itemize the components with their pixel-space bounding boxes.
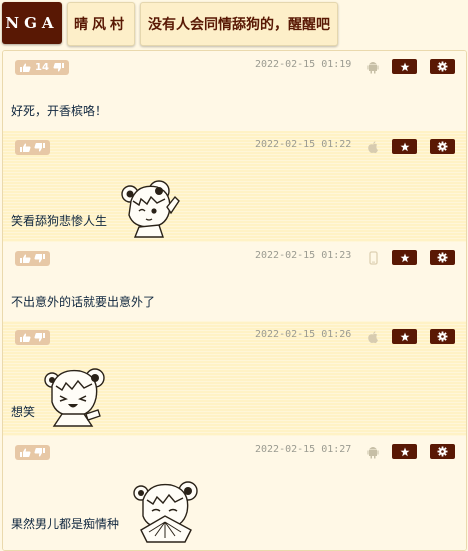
post-item: 2022-02-15 01:26 想笑 — [3, 321, 466, 437]
post-content: 笑看舔狗悲惨人生 — [11, 214, 108, 228]
favorite-button[interactable] — [392, 59, 417, 74]
post-timestamp: 2022-02-15 01:23 — [255, 250, 352, 261]
post-content: 果然男儿都是痴情种 — [11, 517, 120, 531]
thumbs-down-icon — [53, 63, 64, 72]
settings-button[interactable] — [430, 444, 455, 459]
thumbs-down-icon — [34, 143, 45, 152]
thumbs-up-icon — [20, 143, 31, 152]
post-content: 好死，开香槟咯！ — [11, 104, 108, 118]
settings-button[interactable] — [430, 250, 455, 265]
star-icon — [400, 253, 409, 262]
thumbs-up-icon — [20, 333, 31, 342]
thumbs-up-icon — [20, 63, 31, 72]
fan-girl-sticker — [133, 481, 198, 543]
star-icon — [400, 332, 409, 341]
gear-icon — [437, 252, 448, 263]
favorite-button[interactable] — [392, 329, 417, 344]
gear-icon — [437, 61, 448, 72]
settings-button[interactable] — [430, 139, 455, 154]
gear-icon — [437, 331, 448, 342]
site-logo-tab[interactable]: NGA — [2, 2, 62, 44]
post-item: 2022-02-15 01:23 不出意外的话就要出意外了 — [3, 242, 466, 322]
android-icon — [366, 445, 380, 459]
top-navigation-bar: NGA 晴风村 没有人会同情舔狗的，醒醒吧 — [0, 0, 468, 50]
post-content: 想笑 — [11, 405, 36, 419]
thumbs-down-icon — [34, 254, 45, 263]
vote-button[interactable] — [15, 445, 50, 460]
post-item: 2022-02-15 01:22 笑看舔狗悲惨人生 — [3, 131, 466, 243]
laughing-girl-sticker — [44, 368, 105, 427]
vote-count: 14 — [35, 62, 49, 73]
star-icon — [400, 142, 409, 151]
post-timestamp: 2022-02-15 01:22 — [255, 139, 352, 150]
android-icon — [366, 60, 380, 74]
post-timestamp: 2022-02-15 01:27 — [255, 444, 352, 455]
vote-button[interactable]: 14 — [15, 60, 69, 75]
post-timestamp: 2022-02-15 01:26 — [255, 329, 352, 340]
favorite-button[interactable] — [392, 139, 417, 154]
star-icon — [400, 447, 409, 456]
vote-button[interactable] — [15, 330, 50, 345]
gear-icon — [437, 446, 448, 457]
thread-title-tab[interactable]: 没有人会同情舔狗的，醒醒吧 — [140, 2, 338, 46]
post-list: 14 2022-02-15 01:19 好死，开香槟咯！ 2022-02-15 … — [2, 50, 467, 551]
vote-button[interactable] — [15, 140, 50, 155]
mobile-phone-icon — [366, 251, 380, 265]
settings-button[interactable] — [430, 59, 455, 74]
favorite-button[interactable] — [392, 444, 417, 459]
thumbs-down-icon — [34, 448, 45, 457]
post-item: 2022-02-15 01:27 果然男儿都是痴情种 — [3, 436, 466, 550]
thumbs-up-icon — [20, 254, 31, 263]
star-icon — [400, 62, 409, 71]
vote-button[interactable] — [15, 251, 50, 266]
gear-icon — [437, 141, 448, 152]
thumbs-down-icon — [34, 333, 45, 342]
favorite-button[interactable] — [392, 250, 417, 265]
post-timestamp: 2022-02-15 01:19 — [255, 59, 352, 70]
thumbs-up-icon — [20, 448, 31, 457]
winking-girl-sticker — [121, 180, 180, 238]
apple-icon — [366, 140, 380, 154]
post-item: 14 2022-02-15 01:19 好死，开香槟咯！ — [3, 51, 466, 132]
apple-icon — [366, 330, 380, 344]
settings-button[interactable] — [430, 329, 455, 344]
post-content: 不出意外的话就要出意外了 — [11, 295, 156, 309]
forum-tab[interactable]: 晴风村 — [67, 2, 135, 46]
